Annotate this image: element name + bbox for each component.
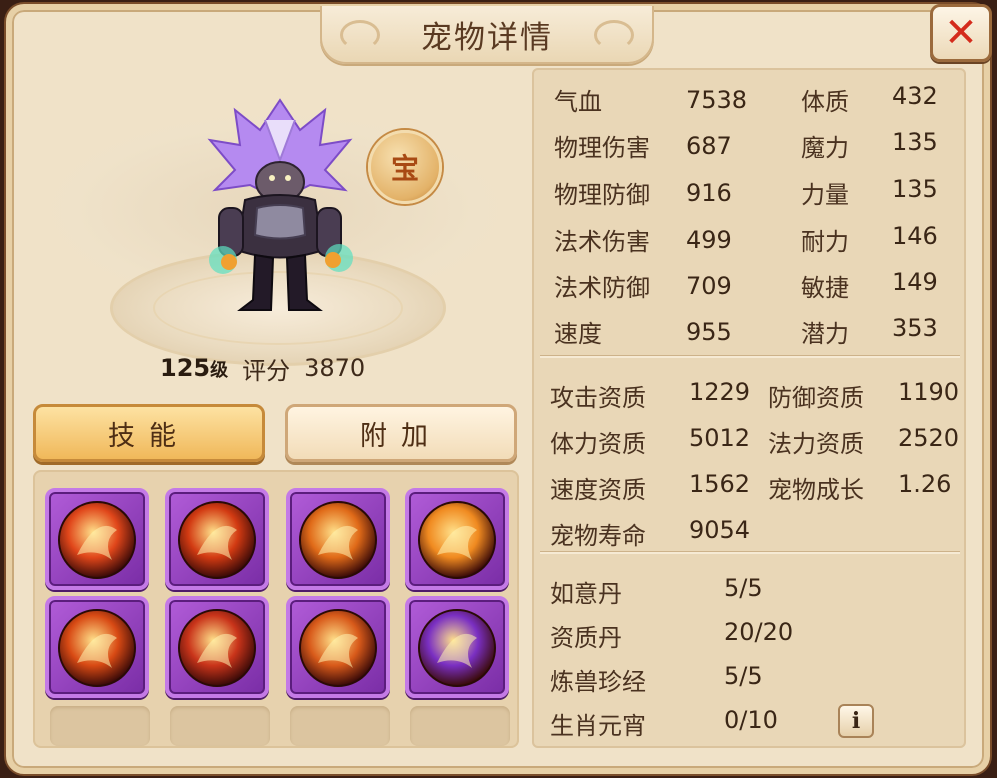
- attribute-value: 353: [892, 314, 938, 342]
- level-suffix: 级: [210, 360, 229, 381]
- skill-slot[interactable]: [165, 488, 269, 590]
- skill-slot[interactable]: [286, 488, 390, 590]
- close-icon: ✕: [944, 10, 978, 56]
- empty-skill-slot: [50, 706, 150, 746]
- treasure-badge-text: 宝: [390, 152, 419, 185]
- attribute-label: 潜力: [801, 320, 849, 348]
- aptitude-value: 5012: [689, 424, 751, 452]
- aptitude-label: 速度资质: [550, 476, 646, 504]
- tab-extra[interactable]: 附加: [285, 404, 517, 462]
- consumable-count: 20/20: [724, 618, 794, 646]
- skill-slot[interactable]: [405, 596, 509, 698]
- treasure-pet-badge: 宝: [368, 130, 442, 204]
- aptitude-value: 1.26: [898, 470, 952, 498]
- attribute-value: 7538: [686, 86, 748, 114]
- aptitude-label: 攻击资质: [550, 384, 646, 412]
- shield-strike-skill-icon: [299, 501, 377, 579]
- skill-slot[interactable]: [286, 596, 390, 698]
- phoenix-fire-skill-icon: [58, 501, 136, 579]
- consumable-label: 如意丹: [550, 580, 622, 608]
- section-divider: [540, 356, 960, 358]
- aptitude-value: 1190: [898, 378, 960, 406]
- attribute-value: 916: [686, 179, 732, 207]
- tab-skills[interactable]: 技能: [33, 404, 265, 462]
- consumable-label: 资质丹: [550, 624, 622, 652]
- aptitude-label: 宠物成长: [768, 476, 864, 504]
- pet-display: 宝: [40, 70, 510, 366]
- attribute-value: 146: [892, 222, 938, 250]
- attribute-value: 149: [892, 268, 938, 296]
- attribute-value: 499: [686, 226, 732, 254]
- shield-dragon-skill-icon: [299, 609, 377, 687]
- consumable-count: 5/5: [724, 662, 763, 690]
- aptitude-value: 2520: [898, 424, 960, 452]
- attribute-value: 687: [686, 132, 732, 160]
- demon-mask-skill-icon: [178, 501, 256, 579]
- consumable-label: 生肖元宵: [550, 712, 646, 740]
- empty-skill-slot: [290, 706, 390, 746]
- title-plate: 宠物详情: [320, 6, 654, 64]
- attribute-label: 物理伤害: [554, 134, 650, 162]
- attribute-label: 敏捷: [801, 274, 849, 302]
- info-button[interactable]: i: [838, 704, 874, 738]
- section-divider: [540, 552, 960, 554]
- attribute-value: 709: [686, 272, 732, 300]
- demon-face-skill-icon: [178, 609, 256, 687]
- skill-slot[interactable]: [165, 596, 269, 698]
- skill-slot[interactable]: [405, 488, 509, 590]
- attribute-label: 体质: [801, 88, 849, 116]
- empty-skill-slot: [170, 706, 270, 746]
- pet-level: 125级: [160, 354, 228, 382]
- attribute-value: 135: [892, 175, 938, 203]
- aptitude-label: 防御资质: [768, 384, 864, 412]
- aptitude-value: 9054: [689, 516, 751, 544]
- window-title: 宠物详情: [421, 19, 553, 56]
- consumable-label: 炼兽珍经: [550, 668, 646, 696]
- hourglass-skill-icon: [58, 609, 136, 687]
- attribute-value: 432: [892, 82, 938, 110]
- attribute-label: 力量: [801, 181, 849, 209]
- attribute-label: 法术伤害: [554, 228, 650, 256]
- attribute-label: 气血: [554, 88, 602, 116]
- purple-lightning-skill-icon: [418, 609, 496, 687]
- aptitude-value: 1229: [689, 378, 751, 406]
- score-label: 评分: [242, 356, 291, 385]
- aptitude-label: 法力资质: [768, 430, 864, 458]
- aptitude-label: 宠物寿命: [550, 522, 646, 550]
- attribute-label: 物理防御: [554, 181, 650, 209]
- pet-model: [207, 98, 353, 311]
- consumable-count: 5/5: [724, 574, 763, 602]
- level-number: 125: [160, 354, 211, 382]
- cloud-swirl-ornament: [340, 20, 380, 50]
- skill-slot[interactable]: [45, 488, 149, 590]
- empty-skill-slot: [410, 706, 510, 746]
- attribute-label: 魔力: [801, 134, 849, 162]
- attribute-label: 法术防御: [554, 274, 650, 302]
- rabbit-skill-icon: [418, 501, 496, 579]
- consumable-count: 0/10: [724, 706, 778, 734]
- score-value: 3870: [304, 354, 366, 382]
- close-button[interactable]: ✕: [930, 4, 992, 62]
- attribute-value: 135: [892, 128, 938, 156]
- attribute-value: 955: [686, 318, 732, 346]
- skill-slot[interactable]: [45, 596, 149, 698]
- cloud-swirl-ornament: [594, 20, 634, 50]
- pet-level-score: 125级 评分 3870: [160, 350, 365, 386]
- aptitude-value: 1562: [689, 470, 751, 498]
- attribute-label: 速度: [554, 320, 602, 348]
- aptitude-label: 体力资质: [550, 430, 646, 458]
- info-icon: i: [851, 708, 861, 734]
- attribute-label: 耐力: [801, 228, 849, 256]
